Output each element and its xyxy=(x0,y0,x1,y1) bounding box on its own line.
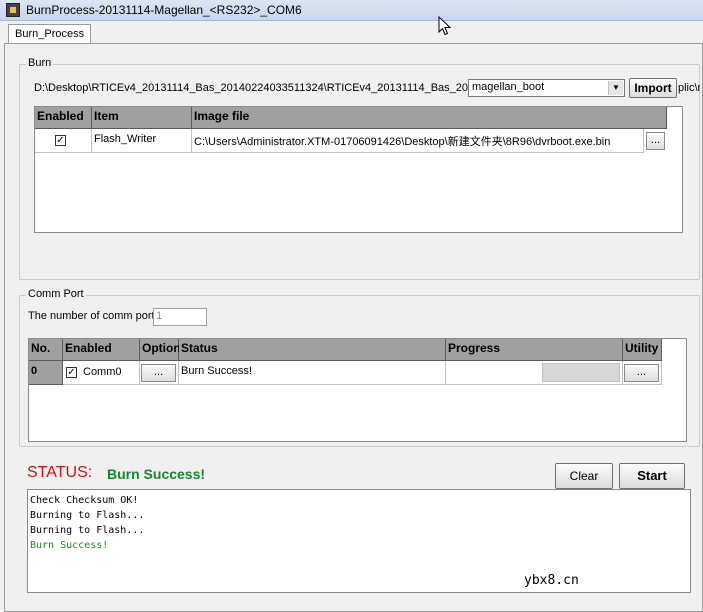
title-bar: BurnProcess-20131114-Magellan_<RS232>_CO… xyxy=(0,0,703,21)
status-label: STATUS: xyxy=(27,464,93,481)
image-path: D:\Desktop\RTICEv4_20131114_Bas_20140224… xyxy=(34,82,469,94)
comm-col-progress: Progress xyxy=(446,339,623,361)
log-line: Check Checksum OK! xyxy=(30,495,139,506)
burn-col-item: Item xyxy=(92,107,192,129)
burn-table: Enabled Item Image file ✓ Flash_Writer C… xyxy=(34,106,683,233)
burn-group: Burn D:\Desktop\RTICEv4_20131114_Bas_201… xyxy=(19,57,700,280)
chevron-down-icon[interactable]: ▼ xyxy=(608,81,623,95)
comm-col-utility: Utility xyxy=(623,339,662,361)
burn-group-title: Burn xyxy=(26,57,54,69)
tab-page-burn-process: Burn D:\Desktop\RTICEv4_20131114_Bas_201… xyxy=(4,43,703,612)
comm-port-count-input[interactable]: 1 xyxy=(153,308,207,326)
comm-port-count-label: The number of comm port xyxy=(28,310,155,322)
burn-row-image-file: C:\Users\Administrator.XTM-01706091426\D… xyxy=(192,129,644,153)
burn-row-item: Flash_Writer xyxy=(92,129,192,153)
app-icon xyxy=(6,3,20,17)
log-line: Burning to Flash... xyxy=(30,510,145,521)
burn-row-enabled-checkbox[interactable]: ✓ xyxy=(55,135,66,146)
clear-button[interactable]: Clear xyxy=(555,463,613,489)
browse-button[interactable]: ... xyxy=(646,132,665,150)
comm-row-utility-cell: ... xyxy=(623,361,662,385)
mouse-cursor-icon xyxy=(438,16,452,36)
comm-row-option-cell: ... xyxy=(140,361,179,385)
window-title: BurnProcess-20131114-Magellan_<RS232>_CO… xyxy=(26,3,302,17)
log-line: Burning to Flash... xyxy=(30,525,145,536)
utility-button[interactable]: ... xyxy=(624,364,659,382)
tab-burn-process[interactable]: Burn_Process xyxy=(8,24,92,44)
option-button[interactable]: ... xyxy=(141,364,176,382)
comm-row-enabled-checkbox[interactable]: ✓ xyxy=(66,367,77,378)
tab-strip: Burn_Process xyxy=(8,24,92,44)
status-value: Burn Success! xyxy=(107,466,206,482)
profile-select-value: magellan_boot xyxy=(472,81,545,93)
comm-row-progress-cell xyxy=(446,361,623,385)
import-button[interactable]: Import xyxy=(629,78,677,98)
profile-select[interactable]: magellan_boot ▼ xyxy=(468,79,625,97)
image-path-overflow: plic\m xyxy=(678,82,700,94)
watermark-text: ybx8.cn xyxy=(524,573,579,588)
comm-col-no: No. xyxy=(29,339,63,361)
comm-row-no: 0 xyxy=(29,361,63,385)
comm-port-group: Comm Port The number of comm port 1 No. … xyxy=(19,288,700,447)
burn-col-enabled: Enabled xyxy=(35,107,92,129)
comm-port-group-title: Comm Port xyxy=(26,288,86,300)
burn-col-image-file: Image file xyxy=(192,107,667,129)
log-output[interactable]: Check Checksum OK! Burning to Flash... B… xyxy=(27,489,691,593)
start-button[interactable]: Start xyxy=(619,463,685,489)
comm-row-progress-bar xyxy=(542,363,620,382)
comm-col-status: Status xyxy=(179,339,446,361)
comm-col-enabled: Enabled xyxy=(63,339,140,361)
burn-row-enabled-cell: ✓ xyxy=(35,129,92,153)
comm-port-table: No. Enabled Option Status Progress Utili… xyxy=(28,338,687,442)
comm-row-port: Comm0 xyxy=(83,366,122,378)
comm-row-status: Burn Success! xyxy=(179,361,446,385)
log-line-success: Burn Success! xyxy=(30,540,109,551)
comm-col-option: Option xyxy=(140,339,181,361)
comm-row-enabled-cell: ✓ Comm0 xyxy=(63,361,140,385)
